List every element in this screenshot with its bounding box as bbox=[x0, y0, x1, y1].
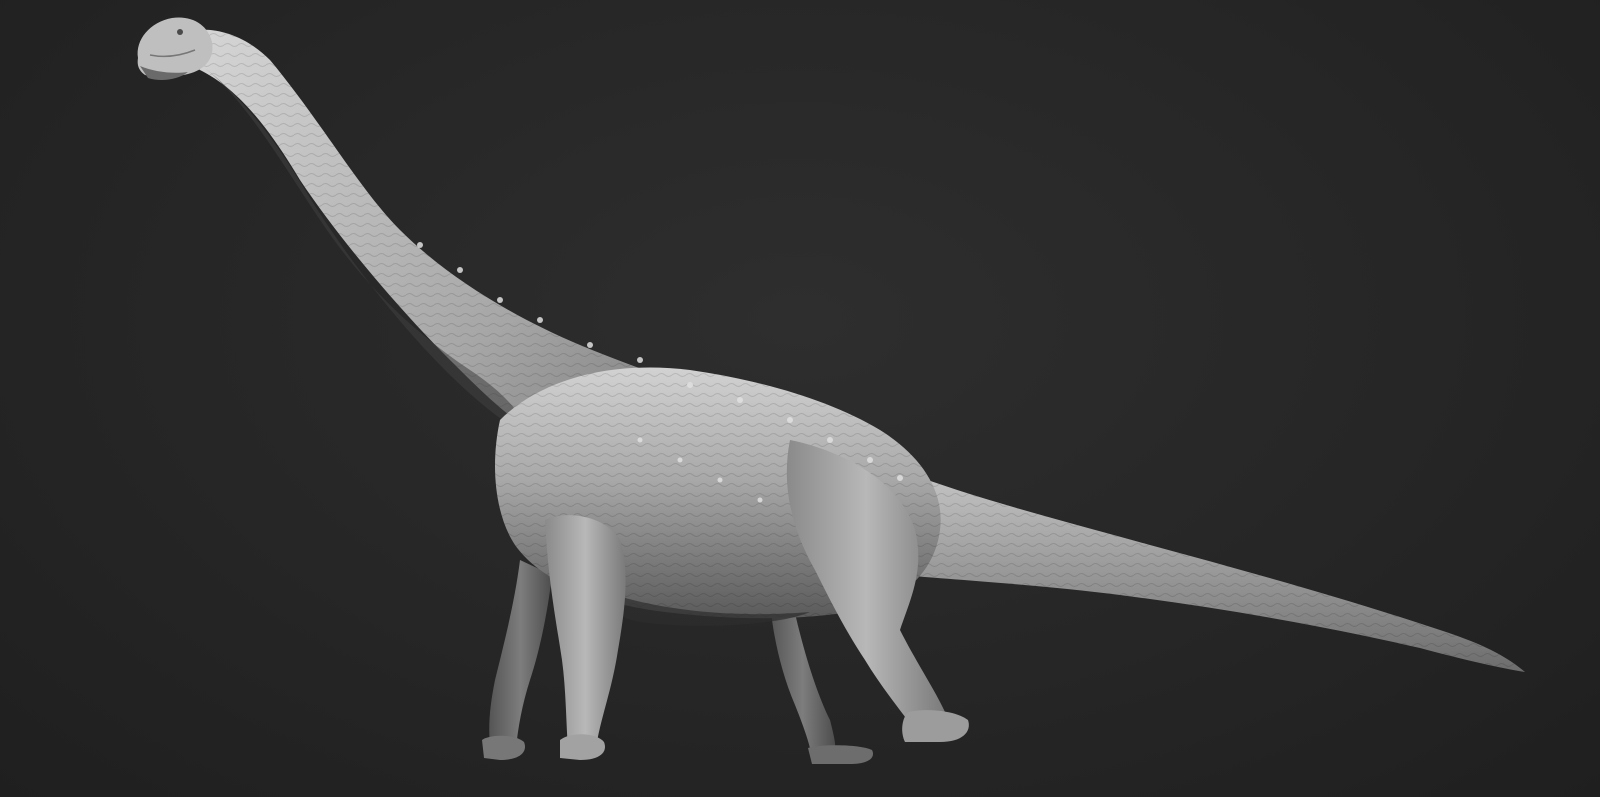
eye bbox=[177, 29, 183, 35]
render-viewport bbox=[0, 0, 1600, 797]
sauropod-sculpt bbox=[137, 17, 1525, 764]
near-front-leg bbox=[545, 515, 626, 760]
far-front-leg bbox=[482, 560, 552, 760]
